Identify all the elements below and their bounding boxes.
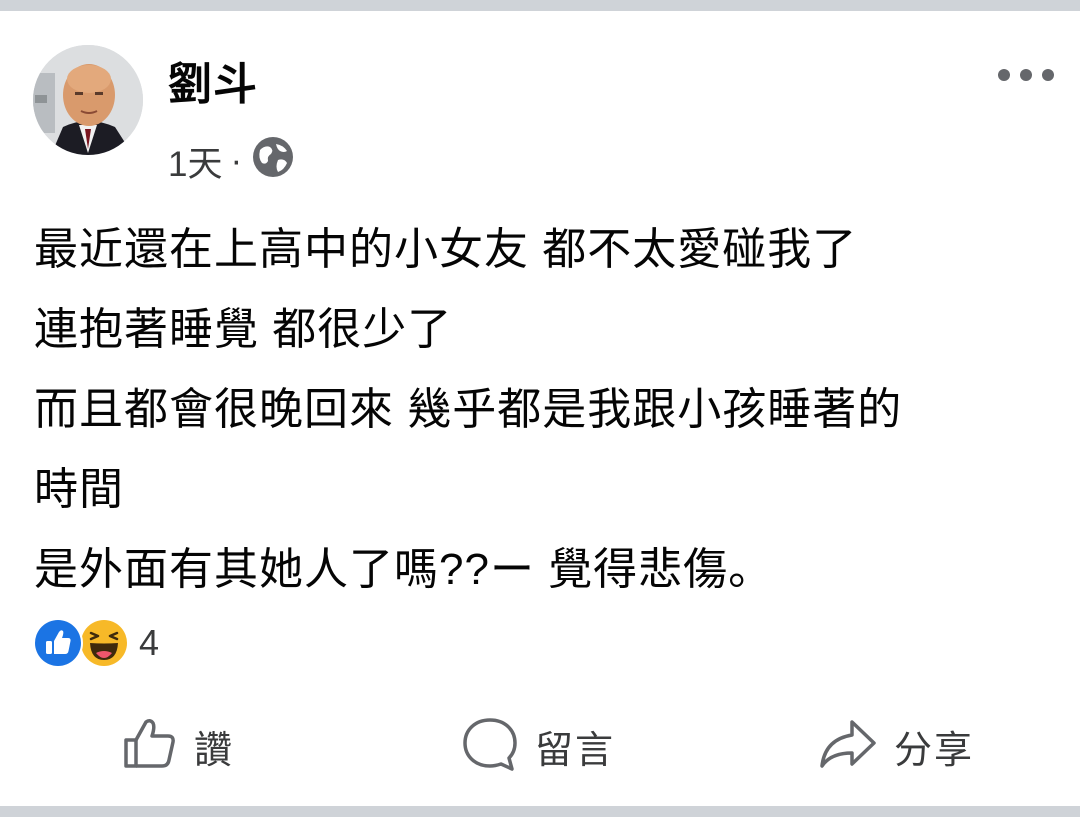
more-dot-icon — [998, 69, 1010, 81]
reactions-summary[interactable]: 4 — [33, 618, 159, 668]
post-line: 最近還在上高中的小女友 都不太愛碰我了 — [34, 225, 858, 274]
post-line: 而且都會很晚回來 幾乎都是我跟小孩睡著的 — [34, 385, 903, 434]
more-dot-icon — [1042, 69, 1054, 81]
like-button[interactable]: 讚 — [122, 711, 234, 781]
feed-divider — [0, 806, 1080, 817]
thumbs-up-icon — [122, 716, 178, 777]
like-label: 讚 — [194, 729, 235, 772]
author-name[interactable]: 劉斗 — [168, 57, 258, 113]
more-dot-icon — [1020, 69, 1032, 81]
share-arrow-icon — [818, 716, 878, 777]
comment-label: 留言 — [535, 729, 616, 772]
post-time[interactable]: 1天 — [168, 136, 222, 187]
post-line: 是外面有其她人了嗎??ー 覺得悲傷。 — [34, 545, 774, 594]
comment-bubble-icon — [461, 716, 519, 777]
globe-icon — [252, 136, 294, 187]
meta-separator: · — [230, 141, 243, 180]
post-card: 劉斗 1天 · 最近還在上高中的小女友 都不太愛碰我了 連抱著睡覺 都很少了 而… — [0, 11, 1080, 806]
share-button[interactable]: 分享 — [818, 711, 974, 781]
post-line: 時間 — [34, 465, 124, 514]
reaction-count: 4 — [139, 622, 160, 663]
avatar[interactable] — [33, 45, 143, 155]
share-label: 分享 — [894, 729, 975, 772]
like-icon — [33, 618, 83, 668]
haha-icon — [79, 618, 129, 668]
post-text: 最近還在上高中的小女友 都不太愛碰我了 連抱著睡覺 都很少了 而且都會很晚回來 … — [34, 210, 1054, 610]
more-options-button[interactable] — [996, 55, 1056, 95]
post-line: 連抱著睡覺 都很少了 — [34, 305, 453, 354]
post-meta: 1天 · — [168, 136, 294, 187]
comment-button[interactable]: 留言 — [461, 711, 615, 781]
